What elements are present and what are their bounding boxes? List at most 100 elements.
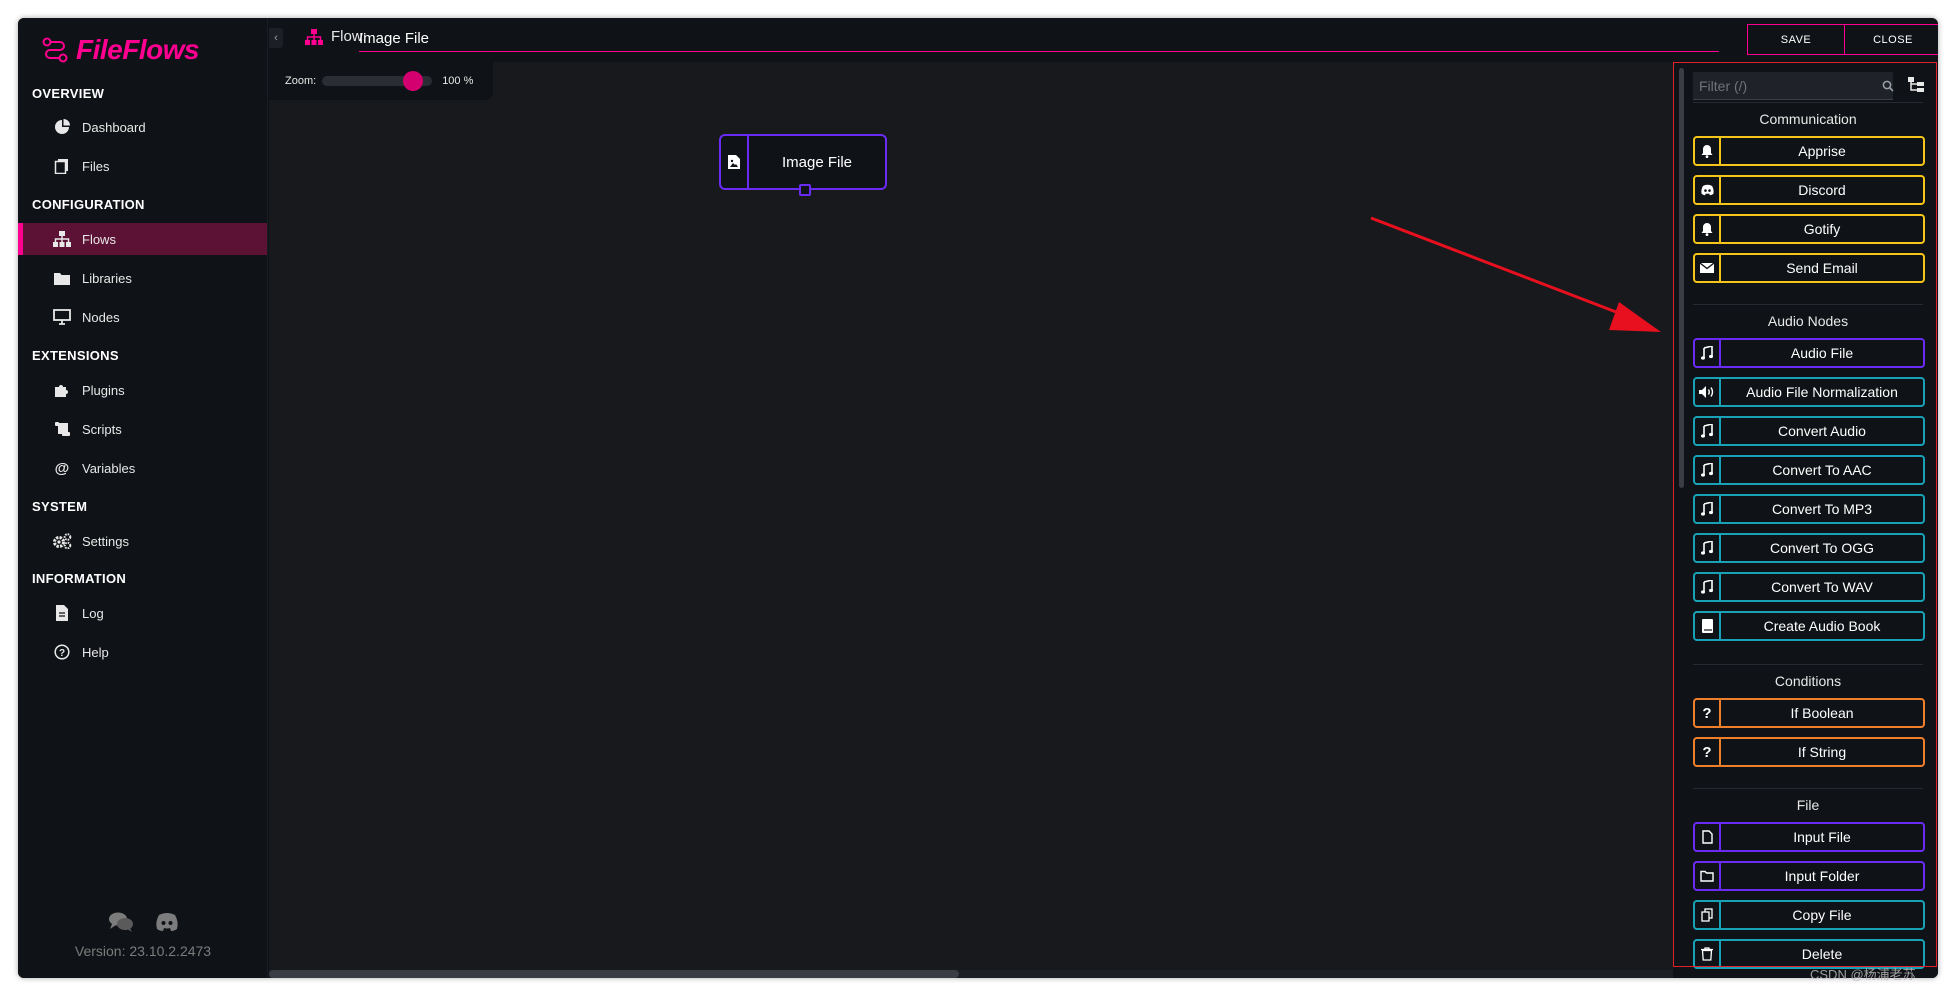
discord-icon[interactable] (154, 911, 180, 933)
sidebar-item-variables[interactable]: @ Variables (18, 452, 267, 484)
element-if-boolean[interactable]: ? If Boolean (1693, 698, 1925, 728)
section-system: SYSTEM (32, 499, 88, 514)
element-label: If String (1797, 744, 1847, 760)
element-label: If Boolean (1790, 705, 1854, 721)
sidebar-item-scripts[interactable]: Scripts (18, 413, 267, 445)
group-title-file: File (1796, 797, 1820, 813)
element-convert-to-ogg[interactable]: Convert To OGG (1693, 533, 1925, 563)
element-convert-to-aac[interactable]: Convert To AAC (1693, 455, 1925, 485)
element-copy-file[interactable]: Copy File (1693, 900, 1925, 930)
gears-icon (52, 531, 72, 551)
bell-icon (1695, 138, 1721, 164)
element-audio-file-normalization[interactable]: Audio File Normalization (1693, 377, 1925, 407)
element-apprise[interactable]: Apprise (1693, 136, 1925, 166)
sidebar-item-label: Plugins (82, 382, 125, 398)
output-port[interactable] (799, 184, 811, 196)
file-icon (1695, 824, 1721, 850)
sidebar-item-log[interactable]: Log (18, 597, 267, 629)
flow-node-label: Image File (781, 153, 853, 171)
sidebar-item-plugins[interactable]: Plugins (18, 374, 267, 406)
annotation-arrow-icon (1370, 216, 1661, 332)
music-icon (1695, 496, 1721, 522)
puzzle-icon (52, 380, 72, 400)
sidebar-item-help[interactable]: ? Help (18, 636, 267, 668)
scrollbar-thumb[interactable] (269, 970, 959, 978)
element-if-string[interactable]: ? If String (1693, 737, 1925, 767)
group-title-audio-nodes: Audio Nodes (1767, 313, 1849, 329)
sidebar-item-label: Nodes (82, 309, 120, 325)
watermark-text: CSDN @杨浦老苏 (1810, 967, 1916, 982)
sidebar-item-nodes[interactable]: Nodes (18, 301, 267, 333)
element-create-audio-book[interactable]: Create Audio Book (1693, 611, 1925, 641)
panel-scrollbar[interactable] (1679, 68, 1684, 488)
element-label: Input File (1793, 829, 1851, 845)
brand-name: FileFlows (76, 34, 200, 65)
brand-logo[interactable]: FileFlows (42, 30, 200, 70)
zoom-slider-thumb[interactable] (403, 71, 424, 91)
zoom-label: Zoom: (285, 75, 317, 87)
horizontal-scrollbar[interactable] (269, 970, 1673, 978)
sidebar-item-label: Variables (82, 460, 136, 476)
sidebar-item-label: Settings (82, 533, 129, 549)
sidebar-item-label: Dashboard (82, 119, 146, 135)
sidebar-item-settings[interactable]: Settings (18, 525, 267, 557)
trash-icon (1695, 941, 1721, 967)
search-icon (1882, 72, 1894, 100)
group-title-communication: Communication (1759, 111, 1857, 127)
element-convert-to-mp3[interactable]: Convert To MP3 (1693, 494, 1925, 524)
question-icon: ? (1695, 700, 1721, 726)
close-button[interactable]: CLOSE (1844, 24, 1938, 55)
forum-icon[interactable] (108, 911, 134, 933)
sidebar-item-dashboard[interactable]: Dashboard (18, 111, 267, 143)
element-audio-file[interactable]: Audio File (1693, 338, 1925, 368)
question-icon: ? (1695, 739, 1721, 765)
dashboard-icon (52, 117, 72, 137)
music-icon (1695, 535, 1721, 561)
filter-input[interactable] (1693, 72, 1882, 99)
music-icon (1695, 574, 1721, 600)
flow-name-field[interactable] (359, 26, 1719, 52)
flows-icon (52, 229, 72, 249)
element-label: Discord (1798, 182, 1846, 198)
element-gotify[interactable]: Gotify (1693, 214, 1925, 244)
zoom-slider[interactable] (322, 71, 433, 91)
music-icon (1695, 340, 1721, 366)
sidebar-item-flows[interactable]: Flows (18, 223, 267, 255)
sidebar-item-files[interactable]: Files (18, 150, 267, 182)
tree-icon (1908, 77, 1924, 92)
svg-text:?: ? (59, 648, 65, 659)
element-label: Convert To OGG (1769, 540, 1874, 556)
element-label: Gotify (1803, 221, 1841, 237)
flow-node-image-file[interactable]: Image File (719, 134, 887, 196)
copy-icon (1695, 902, 1721, 928)
flow-canvas[interactable]: Zoom: 100 % Image File (269, 62, 1673, 978)
element-convert-audio[interactable]: Convert Audio (1693, 416, 1925, 446)
save-button[interactable]: SAVE (1747, 24, 1845, 55)
app-window: FileFlows OVERVIEW Dashboard Files CONFI… (18, 18, 1938, 978)
footer-links (108, 911, 180, 933)
group-divider (1693, 664, 1923, 665)
zoom-value: 100 % (442, 75, 474, 87)
discord-icon (1695, 177, 1721, 203)
flow-elements-panel: Communication Apprise Discord Gotify Sen… (1673, 62, 1938, 978)
element-label: Copy File (1792, 907, 1852, 923)
element-label: Audio File Normalization (1746, 384, 1898, 400)
element-input-folder[interactable]: Input Folder (1693, 861, 1925, 891)
envelope-icon (1695, 255, 1721, 281)
element-discord[interactable]: Discord (1693, 175, 1925, 205)
fileflows-logo-icon (42, 37, 68, 63)
element-convert-to-wav[interactable]: Convert To WAV (1693, 572, 1925, 602)
book-icon (1695, 613, 1721, 639)
sidebar: FileFlows OVERVIEW Dashboard Files CONFI… (18, 18, 268, 978)
zoom-control: Zoom: 100 % (269, 62, 493, 100)
element-send-email[interactable]: Send Email (1693, 253, 1925, 283)
filter-box (1693, 72, 1894, 100)
sidebar-item-libraries[interactable]: Libraries (18, 262, 267, 294)
element-label: Convert To MP3 (1771, 501, 1873, 517)
document-icon (52, 603, 72, 623)
element-input-file[interactable]: Input File (1693, 822, 1925, 852)
sidebar-item-label: Log (82, 605, 104, 621)
tree-view-toggle[interactable] (1905, 74, 1927, 96)
sidebar-item-label: Scripts (82, 421, 122, 437)
files-icon (52, 156, 72, 176)
